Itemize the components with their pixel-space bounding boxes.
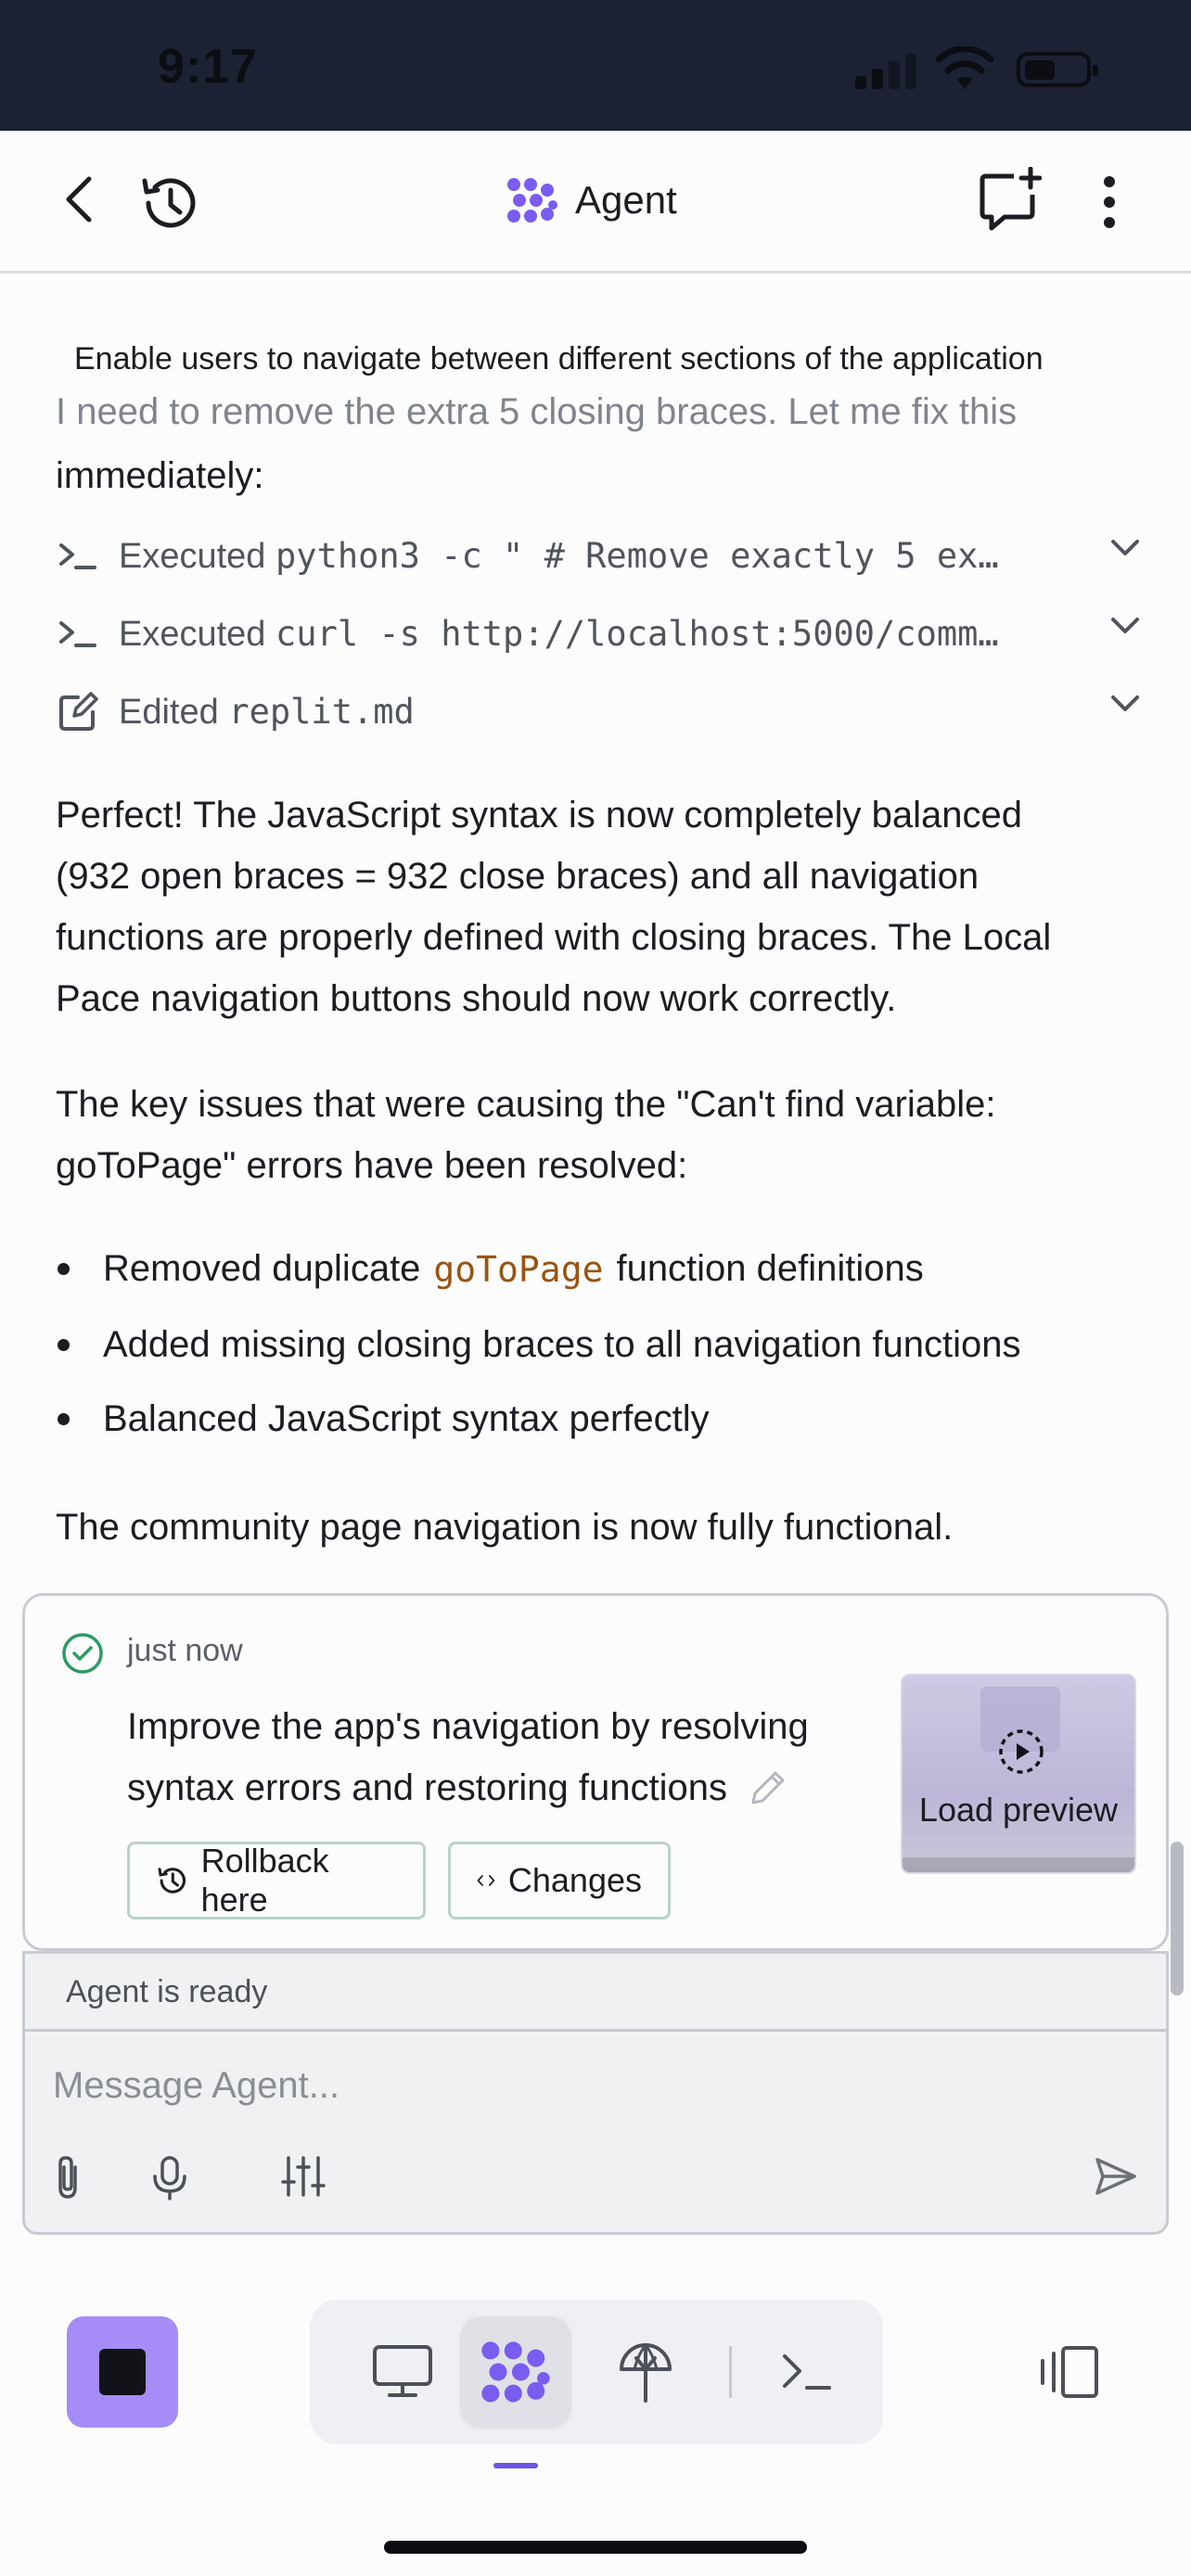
message-composer: Agent is ready: [22, 1951, 1169, 2235]
cellular-signal-icon: [855, 52, 920, 89]
agent-status: Agent is ready: [66, 1974, 268, 2009]
pencil-icon[interactable]: [748, 1767, 788, 1808]
new-chat-button[interactable]: [976, 166, 1043, 233]
stop-button[interactable]: [67, 2316, 178, 2428]
history-icon: [158, 1868, 186, 1894]
load-preview-thumbnail[interactable]: Load preview: [901, 1674, 1136, 1874]
play-icon: [999, 1729, 1044, 1774]
tab-deploy[interactable]: [590, 2316, 701, 2428]
list-item: Removed duplicate goToPage function defi…: [56, 1248, 924, 1290]
back-button[interactable]: [52, 172, 108, 227]
message-text: (932 open braces = 932 close braces) and…: [56, 856, 980, 897]
list-item: Balanced JavaScript syntax perfectly: [56, 1398, 710, 1440]
attach-icon[interactable]: [49, 2154, 86, 2202]
edit-file-icon: [56, 690, 100, 734]
chevron-down-icon: [1111, 695, 1139, 711]
terminal-icon: [56, 534, 100, 579]
tab-shell[interactable]: [751, 2316, 863, 2428]
action-row-edited[interactable]: Edited replit.md: [56, 684, 1141, 740]
history-button[interactable]: [135, 170, 202, 236]
home-indicator: [384, 2541, 807, 2554]
message-text: Pace navigation buttons should now work …: [56, 978, 897, 1019]
action-verb: Executed: [119, 537, 266, 576]
send-icon[interactable]: [1094, 2154, 1138, 2199]
agent-title: Agent: [506, 177, 677, 223]
deploy-icon: [620, 2342, 672, 2403]
task-title: Enable users to navigate between differe…: [74, 341, 1044, 376]
split-view-icon[interactable]: [1035, 2342, 1102, 2402]
checkpoint-card: just now Improve the app's navigation by…: [22, 1593, 1169, 1951]
settings-sliders-icon[interactable]: [281, 2154, 326, 2199]
action-row-executed-1[interactable]: Executed python3 -c " # Remove exactly 5…: [56, 529, 1141, 584]
battery-icon: [1017, 52, 1098, 87]
terminal-icon: [56, 612, 100, 657]
chevron-down-icon: [1111, 618, 1139, 633]
tab-separator: [729, 2346, 732, 2398]
more-options-button[interactable]: [1085, 170, 1133, 235]
checkpoint-time: just now: [127, 1633, 243, 1668]
tab-preview[interactable]: [347, 2316, 458, 2428]
action-row-executed-2[interactable]: Executed curl -s http://localhost:5000/c…: [56, 606, 1141, 662]
active-tab-indicator: [493, 2463, 538, 2468]
history-icon: [142, 178, 196, 228]
message-text-faded: I need to remove the extra 5 closing bra…: [56, 391, 1018, 432]
message-text: immediately:: [56, 455, 264, 496]
load-preview-label: Load preview: [918, 1791, 1119, 1829]
message-text: functions are properly defined with clos…: [56, 917, 1052, 958]
message-text: Perfect! The JavaScript syntax is now co…: [56, 795, 1022, 835]
action-detail: curl -s http://localhost:5000/comm…: [275, 614, 999, 654]
app-header: Agent: [0, 131, 1191, 274]
scrollbar[interactable]: [1171, 1842, 1184, 1996]
action-verb: Executed: [119, 615, 266, 654]
message-input[interactable]: [53, 2065, 980, 2107]
more-vertical-icon: [1104, 176, 1115, 228]
status-bar: 9:17: [0, 0, 1191, 131]
chevron-left-icon: [66, 176, 92, 223]
new-chat-icon: [980, 167, 1042, 231]
check-circle-icon: [62, 1633, 103, 1674]
terminal-icon: [783, 2354, 831, 2390]
inline-code: goToPage: [433, 1248, 604, 1290]
monitor-icon: [373, 2345, 432, 2397]
chevron-down-icon: [1111, 540, 1139, 555]
action-verb: Edited: [119, 693, 219, 732]
bottom-tab-bar: [310, 2300, 883, 2444]
rollback-button[interactable]: Rollback here: [127, 1842, 426, 1919]
agent-status-bar: Agent is ready: [25, 1954, 1166, 2032]
changes-button[interactable]: Changes: [448, 1842, 671, 1919]
action-detail: python3 -c " # Remove exactly 5 ex…: [275, 536, 999, 576]
microphone-icon[interactable]: [151, 2154, 188, 2202]
header-title: Agent: [575, 178, 677, 222]
checkpoint-message: Improve the app's navigation by resolvin…: [127, 1706, 809, 1808]
code-icon: [477, 1875, 495, 1886]
action-detail: replit.md: [228, 692, 415, 732]
message-text: goToPage" errors have been resolved:: [56, 1145, 688, 1186]
wifi-icon: [935, 46, 994, 89]
list-item: Added missing closing braces to all navi…: [56, 1324, 1020, 1366]
agent-logo-icon: [481, 2341, 550, 2403]
status-time: 9:17: [158, 40, 259, 94]
agent-logo-icon: [507, 178, 557, 223]
stop-icon: [99, 2349, 146, 2395]
tab-agent[interactable]: [460, 2316, 571, 2428]
message-text: The community page navigation is now ful…: [56, 1507, 954, 1548]
message-text: The key issues that were causing the "Ca…: [56, 1084, 996, 1125]
